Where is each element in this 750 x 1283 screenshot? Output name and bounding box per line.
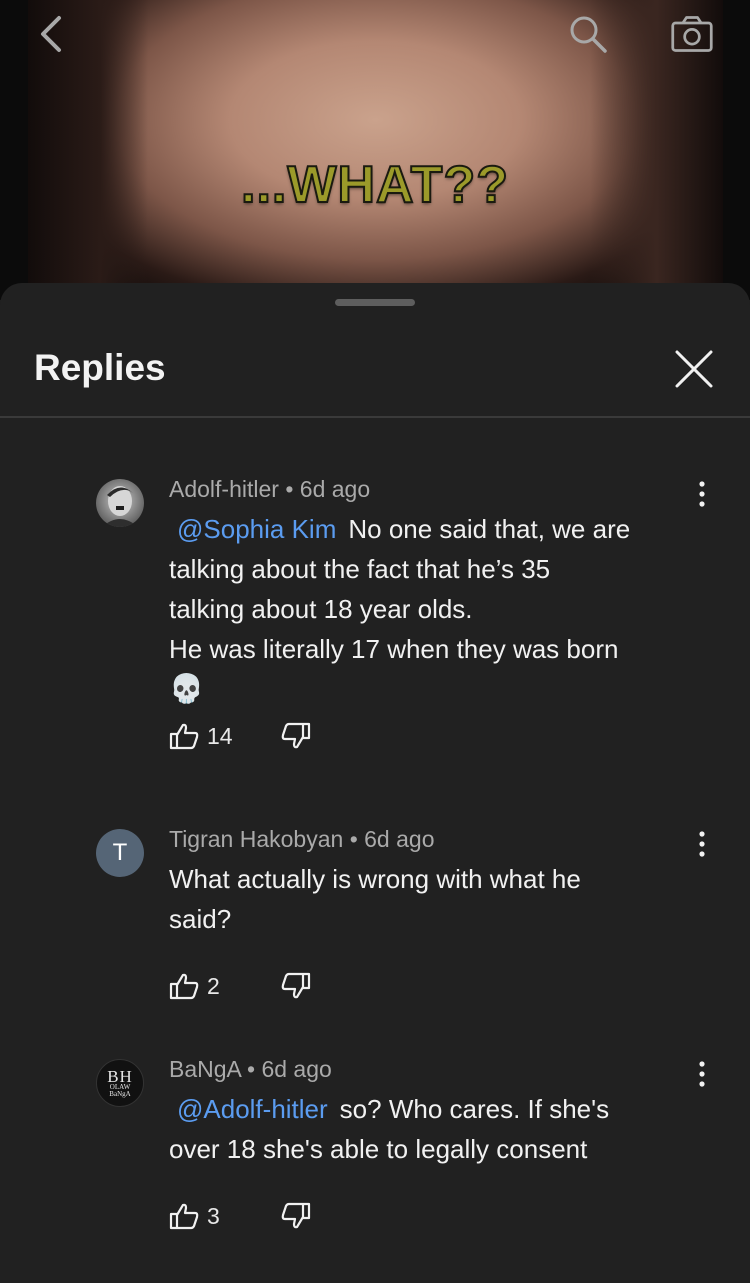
comment-time: 6d ago (299, 476, 371, 502)
thumbs-down-icon (281, 722, 311, 749)
close-icon (675, 350, 713, 388)
comment-author[interactable]: Adolf-hitler (169, 476, 279, 502)
skull-emoji: 💀 (169, 672, 204, 705)
more-vertical-icon (699, 1061, 705, 1087)
dislike-button[interactable] (281, 1202, 311, 1235)
avatar[interactable]: BH OLAW BaNgA (96, 1059, 144, 1107)
close-button[interactable] (668, 343, 720, 395)
thumbs-down-icon (281, 1202, 311, 1229)
comment-actions: 2 (169, 972, 369, 1004)
comment-more-button[interactable] (690, 829, 714, 859)
like-button[interactable]: 14 (169, 722, 233, 750)
search-button[interactable] (566, 12, 610, 56)
comment-line: @Adolf-hitler so? Who cares. If she's (169, 1089, 689, 1129)
comment-text: @Adolf-hitler so? Who cares. If she's ove… (169, 1089, 689, 1169)
like-count: 3 (207, 1202, 220, 1229)
like-count: 14 (207, 722, 233, 749)
avatar-portrait (102, 486, 138, 527)
comment-time: 6d ago (261, 1056, 332, 1082)
comment-author[interactable]: BaNgA (169, 1056, 241, 1082)
comment-text: @Sophia Kim No one said that, we are talk… (169, 509, 689, 709)
meta-separator: • (285, 476, 300, 502)
search-icon (570, 16, 607, 53)
avatar-logo-subtext: BaNgA (109, 1089, 131, 1098)
more-vertical-icon (699, 481, 705, 507)
comment-time: 6d ago (364, 826, 435, 852)
like-count: 2 (207, 972, 220, 999)
thumbs-down-icon (281, 972, 311, 999)
video-caption: ...WHAT?? (240, 155, 509, 215)
avatar-logo-text: BH (107, 1066, 133, 1086)
comment-line-text: so? Who cares. If she's (339, 1094, 610, 1124)
comment-line: over 18 she's able to legally consent (169, 1134, 588, 1164)
comment-meta: Tigran Hakobyan • 6d ago (169, 826, 435, 853)
replies-sheet: Replies Adolf-hitler • 6d ago @Sophia Ki… (0, 283, 750, 1283)
camera-icon (671, 16, 713, 52)
comment-line: He was literally 17 when they was born (169, 634, 619, 664)
comment-actions: 14 (169, 722, 369, 754)
comment-author[interactable]: Tigran Hakobyan (169, 826, 343, 852)
comment-text: What actually is wrong with what he said… (169, 859, 689, 939)
video-player[interactable]: ...WHAT?? (0, 0, 750, 300)
thumbs-up-icon (169, 723, 199, 750)
more-vertical-icon (699, 831, 705, 857)
comment-actions: 3 (169, 1202, 369, 1234)
mention-link[interactable]: @Sophia Kim (177, 514, 336, 544)
avatar[interactable]: T (96, 829, 144, 877)
comment-line-text: No one said that, we are (348, 514, 631, 544)
comment-line: What actually is wrong with what he (169, 864, 581, 894)
thumbs-up-icon (169, 1203, 199, 1230)
dislike-button[interactable] (281, 972, 311, 1005)
like-button[interactable]: 2 (169, 972, 220, 1000)
chevron-left-icon (41, 16, 61, 52)
back-button[interactable] (28, 12, 72, 56)
like-button[interactable]: 3 (169, 1202, 220, 1230)
avatar[interactable] (96, 479, 144, 527)
comment-line: @Sophia Kim No one said that, we are (169, 509, 689, 549)
camera-button[interactable] (670, 12, 714, 56)
comment-line: talking about 18 year olds. (169, 594, 473, 624)
comment-meta: BaNgA • 6d ago (169, 1056, 332, 1083)
header-divider (0, 416, 750, 418)
drag-handle[interactable] (335, 299, 415, 306)
comment-more-button[interactable] (690, 479, 714, 509)
meta-separator: • (247, 1056, 262, 1082)
comment-more-button[interactable] (690, 1059, 714, 1089)
thumbs-up-icon (169, 973, 199, 1000)
comment-line: talking about the fact that he’s 35 (169, 554, 551, 584)
dislike-button[interactable] (281, 722, 311, 755)
meta-separator: • (349, 826, 365, 852)
comment-meta: Adolf-hitler • 6d ago (169, 476, 370, 503)
mention-link[interactable]: @Adolf-hitler (177, 1094, 328, 1124)
sheet-title: Replies (34, 347, 166, 388)
comment-line: said? (169, 904, 232, 934)
